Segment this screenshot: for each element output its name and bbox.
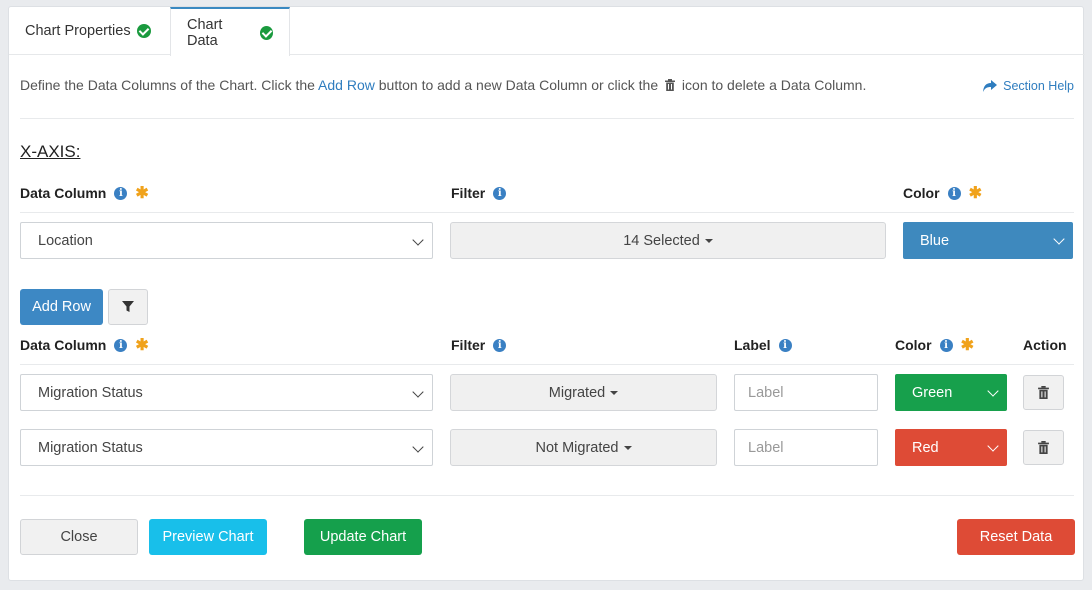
share-icon [983, 80, 998, 92]
header-label: Data Column [20, 337, 107, 353]
section-help-link[interactable]: Section Help [983, 79, 1074, 93]
header-label: Filter [451, 185, 486, 201]
header-label: Color [903, 185, 940, 201]
info-icon[interactable]: i [778, 338, 792, 352]
xaxis-color-select[interactable]: Blue [903, 222, 1073, 259]
filter-value: Not Migrated [535, 439, 619, 456]
header-label: Filter [451, 337, 486, 353]
series-color-select[interactable]: Red [895, 429, 1007, 466]
description-text: button to add a new Data Column or click… [374, 77, 663, 93]
series-color-select[interactable]: Green [895, 374, 1007, 411]
tab-chart-properties[interactable]: Chart Properties [9, 7, 170, 55]
color-value: Red [912, 439, 939, 456]
preview-chart-button[interactable]: Preview Chart [149, 519, 267, 555]
divider [20, 495, 1074, 496]
chevron-down-icon [1053, 233, 1065, 245]
required-asterisk-icon: ✱ [135, 184, 149, 202]
description-text: icon to delete a Data Column. [678, 77, 867, 93]
add-row-link[interactable]: Add Row [318, 77, 375, 93]
divider [20, 212, 1074, 213]
required-asterisk-icon: ✱ [968, 184, 982, 202]
select-value: Migration Status [38, 439, 143, 456]
chevron-down-icon [412, 441, 424, 453]
info-icon[interactable]: i [947, 186, 961, 200]
close-button[interactable]: Close [20, 519, 138, 555]
filter-value: 14 Selected [623, 232, 700, 249]
caret-down-icon [704, 238, 713, 243]
xaxis-color-header: Color i ✱ [903, 185, 982, 201]
divider [20, 364, 1074, 365]
section-help-label: Section Help [1003, 79, 1074, 93]
info-icon[interactable]: i [493, 186, 507, 200]
delete-row-button[interactable] [1023, 375, 1064, 410]
xaxis-title: X-AXIS: [20, 142, 81, 161]
series-label-input[interactable] [734, 429, 878, 466]
color-value: Blue [920, 232, 950, 249]
series-filter-dropdown[interactable]: Not Migrated [450, 429, 717, 466]
series-label-header: Label i [734, 337, 792, 353]
check-circle-icon [259, 25, 273, 40]
divider [20, 118, 1074, 119]
series-data-column-select[interactable]: Migration Status [20, 374, 433, 411]
tab-bar: Chart Properties Chart Data [9, 7, 1085, 56]
chevron-down-icon [987, 440, 999, 452]
series-action-header: Action [1023, 337, 1067, 353]
series-data-column-header: Data Column i ✱ [20, 337, 149, 353]
info-icon[interactable]: i [939, 338, 953, 352]
series-filter-dropdown[interactable]: Migrated [450, 374, 717, 411]
xaxis-filter-header: Filter i [451, 185, 507, 201]
info-icon[interactable]: i [493, 338, 507, 352]
series-data-column-select[interactable]: Migration Status [20, 429, 433, 466]
series-filter-header: Filter i [451, 337, 507, 353]
series-label-input[interactable] [734, 374, 878, 411]
trash-icon [1038, 441, 1049, 454]
trash-icon [665, 79, 676, 91]
tab-chart-data[interactable]: Chart Data [170, 7, 290, 56]
info-icon[interactable]: i [114, 186, 128, 200]
xaxis-filter-dropdown[interactable]: 14 Selected [450, 222, 886, 259]
series-color-header: Color i ✱ [895, 337, 974, 353]
color-value: Green [912, 384, 953, 401]
chevron-down-icon [412, 234, 424, 246]
select-value: Location [38, 232, 93, 249]
header-label: Data Column [20, 185, 107, 201]
chevron-down-icon [412, 386, 424, 398]
filter-value: Migrated [548, 384, 606, 401]
reset-data-button[interactable]: Reset Data [957, 519, 1075, 555]
update-chart-button[interactable]: Update Chart [304, 519, 422, 555]
tab-label: Chart Properties [25, 23, 131, 39]
xaxis-data-column-header: Data Column i ✱ [20, 185, 149, 201]
filter-icon [122, 301, 134, 312]
add-row-button[interactable]: Add Row [20, 289, 103, 325]
caret-down-icon [623, 445, 632, 450]
header-label: Action [1023, 337, 1067, 353]
select-value: Migration Status [38, 384, 143, 401]
header-label: Color [895, 337, 932, 353]
header-label: Label [734, 337, 771, 353]
chart-data-panel: Chart Properties Chart Data Define the D… [8, 6, 1085, 581]
required-asterisk-icon: ✱ [960, 336, 974, 354]
tab-label: Chart Data [187, 16, 223, 49]
check-circle-icon [136, 24, 151, 38]
required-asterisk-icon: ✱ [135, 336, 149, 354]
filter-button[interactable] [108, 289, 148, 325]
trash-icon [1038, 386, 1049, 399]
xaxis-data-column-select[interactable]: Location [20, 222, 433, 259]
info-icon[interactable]: i [114, 338, 128, 352]
description-text: Define the Data Columns of the Chart. Cl… [20, 77, 319, 93]
delete-row-button[interactable] [1023, 430, 1064, 465]
caret-down-icon [610, 390, 619, 395]
section-description: Define the Data Columns of the Chart. Cl… [20, 77, 866, 93]
chevron-down-icon [987, 385, 999, 397]
